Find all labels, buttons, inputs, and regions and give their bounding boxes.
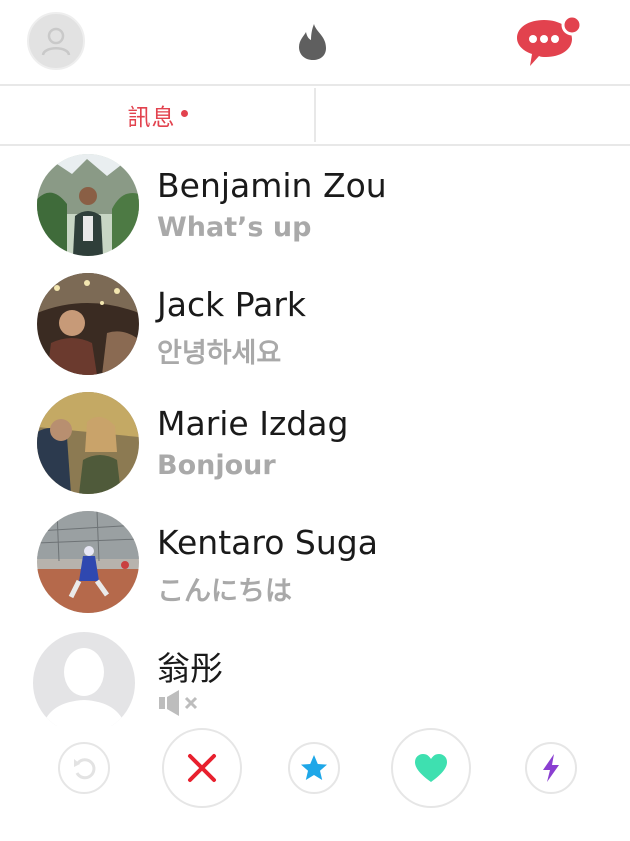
undo-icon [74, 758, 96, 780]
avatar-placeholder [33, 632, 135, 726]
message-preview: What’s up [157, 212, 312, 243]
swipe-action-bar [0, 726, 630, 816]
rewind-button[interactable] [58, 742, 110, 794]
messages-button[interactable] [513, 14, 585, 70]
avatar [37, 392, 139, 494]
notification-dot [561, 14, 583, 36]
conversation-item[interactable]: 翁彤 [0, 622, 630, 726]
conversation-name: Jack Park [157, 285, 307, 324]
conversation-name: Benjamin Zou [157, 166, 387, 205]
message-preview: 안녕하세요 [157, 338, 282, 369]
conversation-name: Kentaro Suga [157, 523, 378, 562]
avatar [37, 154, 139, 256]
close-icon [188, 754, 216, 782]
flame-icon [299, 24, 326, 60]
user-silhouette-icon [41, 27, 71, 56]
conversation-item[interactable]: Kentaro Suga こんにちは [0, 503, 630, 621]
messages-tabs: 訊息 [0, 86, 630, 146]
avatar [37, 273, 139, 375]
like-button[interactable] [391, 728, 471, 808]
messages-screen: 訊息 Benjamin Zou What’s up Jack Park 안녕하세… [0, 0, 630, 841]
star-icon [301, 755, 327, 780]
conversation-name: 翁彤 [157, 649, 223, 688]
message-preview [157, 688, 203, 725]
message-preview: Bonjour [157, 450, 276, 481]
nope-button[interactable] [162, 728, 242, 808]
conversation-item[interactable]: Benjamin Zou What’s up [0, 146, 630, 264]
chat-bubble-icon [517, 14, 583, 66]
message-preview: こんにちは [157, 576, 292, 607]
conversation-list: Benjamin Zou What’s up Jack Park 안녕하세요 M… [0, 146, 630, 726]
tab-unread-dot [180, 109, 188, 117]
discover-button[interactable] [294, 22, 332, 62]
tab-secondary[interactable] [316, 86, 630, 144]
conversation-name: Marie Izdag [157, 404, 349, 443]
profile-button[interactable] [27, 12, 85, 70]
top-navigation-bar [0, 0, 630, 86]
conversation-item[interactable]: Marie Izdag Bonjour [0, 384, 630, 502]
heart-icon [415, 754, 447, 782]
super-like-button[interactable] [288, 742, 340, 794]
boost-button[interactable] [525, 742, 577, 794]
conversation-item[interactable]: Jack Park 안녕하세요 [0, 265, 630, 383]
muted-speaker-icon [159, 690, 198, 716]
avatar [37, 511, 139, 613]
tab-messages-label: 訊息 [127, 105, 176, 131]
tab-messages[interactable]: 訊息 [0, 86, 315, 144]
bolt-icon [543, 754, 559, 782]
